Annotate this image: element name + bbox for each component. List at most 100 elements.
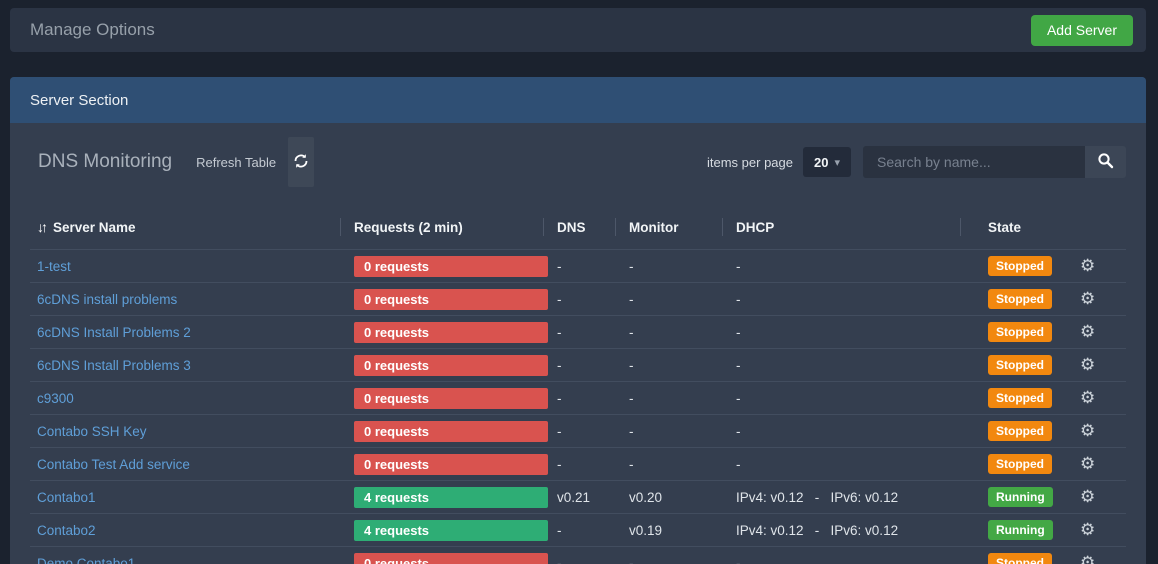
dhcp-version: - <box>722 325 960 340</box>
column-header-monitor: Monitor <box>615 220 722 235</box>
server-section-panel: Server Section DNS Monitoring Refresh Ta… <box>10 77 1146 564</box>
requests-badge: 0 requests <box>354 355 548 376</box>
state-badge: Stopped <box>988 553 1052 564</box>
dns-version: - <box>543 358 615 373</box>
gear-icon[interactable]: ⚙ <box>1080 421 1095 440</box>
column-header-dhcp: DHCP <box>722 220 960 235</box>
monitor-version: v0.20 <box>615 490 722 505</box>
requests-badge: 0 requests <box>354 322 548 343</box>
add-server-button[interactable]: Add Server <box>1031 15 1133 46</box>
server-name-link[interactable]: 6cDNS Install Problems 3 <box>37 358 191 373</box>
table-row: Contabo1 4 requests v0.21 v0.20 IPv4: v0… <box>30 480 1126 513</box>
dhcp-version: IPv4: v0.12 - IPv6: v0.12 <box>722 490 960 505</box>
requests-badge: 0 requests <box>354 289 548 310</box>
requests-badge: 0 requests <box>354 553 548 564</box>
page-title: Manage Options <box>30 20 155 40</box>
monitor-version: - <box>615 556 722 564</box>
gear-icon[interactable]: ⚙ <box>1080 322 1095 341</box>
column-header-server-name[interactable]: ↓↑ Server Name <box>30 219 340 235</box>
sort-icon: ↓↑ <box>37 219 45 235</box>
search-button[interactable] <box>1085 146 1126 178</box>
items-per-page-select[interactable]: 20 ▾ <box>803 147 851 177</box>
panel-header: Server Section <box>10 77 1146 123</box>
dhcp-version: IPv4: v0.12 - IPv6: v0.12 <box>722 523 960 538</box>
monitor-version: - <box>615 325 722 340</box>
table-row: 6cDNS install problems 0 requests - - - … <box>30 282 1126 315</box>
table-body: 1-test 0 requests - - - Stopped ⚙ 6cDNS … <box>30 249 1126 564</box>
panel-body: DNS Monitoring Refresh Table items per p… <box>10 123 1146 564</box>
dhcp-version: - <box>722 358 960 373</box>
gear-icon[interactable]: ⚙ <box>1080 289 1095 308</box>
server-name-link[interactable]: Contabo Test Add service <box>37 457 190 472</box>
state-badge: Stopped <box>988 421 1052 441</box>
server-name-link[interactable]: Contabo SSH Key <box>37 424 147 439</box>
dns-version: v0.21 <box>543 490 615 505</box>
server-name-link[interactable]: Demo Contabo1 <box>37 556 135 564</box>
gear-icon[interactable]: ⚙ <box>1080 454 1095 473</box>
monitor-version: v0.19 <box>615 523 722 538</box>
items-per-page-label: items per page <box>707 155 793 170</box>
server-name-link[interactable]: 1-test <box>37 259 71 274</box>
refresh-table-label: Refresh Table <box>196 155 276 170</box>
gear-icon[interactable]: ⚙ <box>1080 388 1095 407</box>
refresh-icon <box>293 153 309 172</box>
dns-version: - <box>543 424 615 439</box>
dhcp-version: - <box>722 556 960 564</box>
state-badge: Stopped <box>988 388 1052 408</box>
table-row: Contabo SSH Key 0 requests - - - Stopped… <box>30 414 1126 447</box>
table-header-row: ↓↑ Server Name Requests (2 min) DNS Moni… <box>30 205 1126 249</box>
search-group <box>863 146 1126 178</box>
requests-badge: 4 requests <box>354 520 548 541</box>
dhcp-version: - <box>722 391 960 406</box>
state-badge: Stopped <box>988 322 1052 342</box>
toolbar-right-controls: items per page 20 ▾ <box>707 146 1126 178</box>
dhcp-version: - <box>722 424 960 439</box>
server-name-link[interactable]: Contabo1 <box>37 490 96 505</box>
gear-icon[interactable]: ⚙ <box>1080 487 1095 506</box>
gear-icon[interactable]: ⚙ <box>1080 355 1095 374</box>
monitor-version: - <box>615 424 722 439</box>
chevron-down-icon: ▾ <box>834 156 840 169</box>
state-badge: Stopped <box>988 289 1052 309</box>
gear-icon[interactable]: ⚙ <box>1080 520 1095 539</box>
column-header-requests: Requests (2 min) <box>340 220 543 235</box>
requests-badge: 0 requests <box>354 454 548 475</box>
server-name-link[interactable]: 6cDNS install problems <box>37 292 177 307</box>
search-icon <box>1097 152 1114 172</box>
gear-icon[interactable]: ⚙ <box>1080 553 1095 564</box>
panel-title: Server Section <box>30 92 128 109</box>
table-row: 1-test 0 requests - - - Stopped ⚙ <box>30 249 1126 282</box>
table-toolbar: DNS Monitoring Refresh Table items per p… <box>30 137 1126 187</box>
state-badge: Stopped <box>988 355 1052 375</box>
monitor-version: - <box>615 391 722 406</box>
table-row: Contabo Test Add service 0 requests - - … <box>30 447 1126 480</box>
requests-badge: 0 requests <box>354 388 548 409</box>
server-name-link[interactable]: 6cDNS Install Problems 2 <box>37 325 191 340</box>
monitor-version: - <box>615 358 722 373</box>
column-header-state: State <box>960 220 1070 235</box>
requests-badge: 0 requests <box>354 256 548 277</box>
table-row: 6cDNS Install Problems 2 0 requests - - … <box>30 315 1126 348</box>
gear-icon[interactable]: ⚙ <box>1080 256 1095 275</box>
table-row: Contabo2 4 requests - v0.19 IPv4: v0.12 … <box>30 513 1126 546</box>
state-badge: Stopped <box>988 454 1052 474</box>
server-name-link[interactable]: c9300 <box>37 391 74 406</box>
dns-version: - <box>543 556 615 564</box>
items-per-page-value: 20 <box>814 155 828 170</box>
dns-version: - <box>543 292 615 307</box>
refresh-button[interactable] <box>288 137 314 187</box>
state-badge: Running <box>988 487 1053 507</box>
state-badge: Stopped <box>988 256 1052 276</box>
dns-version: - <box>543 457 615 472</box>
monitor-version: - <box>615 457 722 472</box>
server-name-link[interactable]: Contabo2 <box>37 523 96 538</box>
dns-version: - <box>543 259 615 274</box>
dns-version: - <box>543 325 615 340</box>
dns-version: - <box>543 523 615 538</box>
dhcp-version: - <box>722 292 960 307</box>
state-badge: Running <box>988 520 1053 540</box>
column-header-dns: DNS <box>543 220 615 235</box>
search-input[interactable] <box>863 146 1085 178</box>
requests-badge: 4 requests <box>354 487 548 508</box>
table-row: 6cDNS Install Problems 3 0 requests - - … <box>30 348 1126 381</box>
